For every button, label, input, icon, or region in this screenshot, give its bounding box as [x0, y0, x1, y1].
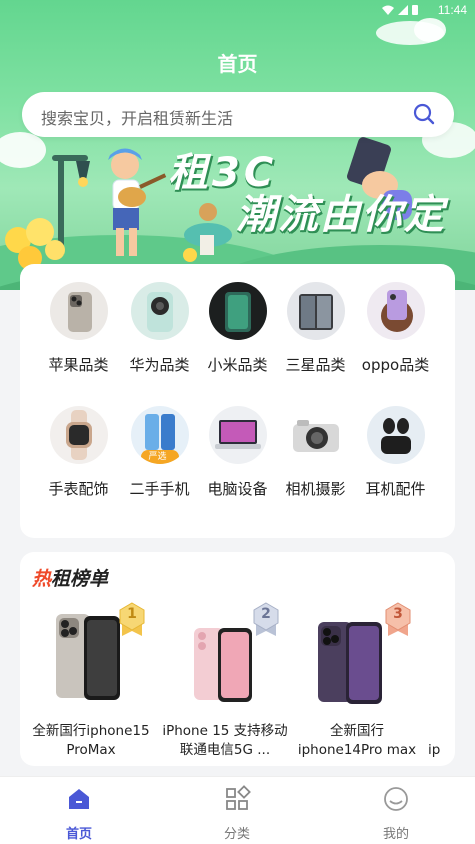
category-earbuds[interactable]: 耳机配件 — [352, 406, 439, 499]
product-name: 全新国行 iphone14Pro max — [297, 723, 417, 758]
product-image — [428, 602, 452, 712]
category-label: 相机摄影 — [285, 480, 346, 498]
product-image: 3 — [292, 602, 422, 712]
page-title: 首页 — [217, 52, 258, 76]
category-computer[interactable]: 电脑设备 — [194, 406, 281, 499]
tab-profile[interactable]: 我的 — [356, 785, 436, 842]
hot-list-title: 热租榜单 — [32, 564, 108, 591]
category-label: 苹果品类 — [48, 356, 109, 374]
home-icon — [69, 789, 89, 809]
samsung-fold-icon — [286, 282, 345, 340]
earbuds-icon — [366, 406, 425, 464]
product-name: 全新国行iphone15 ProMax — [32, 723, 150, 758]
search-placeholder: 搜索宝贝，开启租赁新生活 — [41, 109, 234, 128]
search-icon[interactable] — [412, 102, 436, 126]
category-xiaomi[interactable]: 小米品类 — [194, 282, 281, 375]
hot-product-2[interactable]: 2 iPhone 15 支持移动联通电信5G ... — [160, 602, 290, 760]
category-apple[interactable]: 苹果品类 — [35, 282, 122, 375]
huawei-phone-icon — [130, 282, 189, 340]
rank-number: 3 — [393, 606, 403, 622]
product-image: 2 — [160, 602, 290, 712]
banner-subheadline: 潮流由你定 — [236, 192, 446, 238]
category-label: 华为品类 — [129, 356, 190, 374]
tab-label: 我的 — [382, 827, 409, 842]
tab-label: 分类 — [223, 827, 250, 842]
watch-icon — [49, 406, 108, 464]
tab-home[interactable]: 首页 — [39, 785, 119, 842]
product-name: iPhone 15 支持移动联通电信5G ... — [162, 723, 288, 758]
product-name: ip — [428, 742, 441, 758]
profile-icon — [384, 787, 408, 811]
category-grid: 苹果品类 华为品类 小米品类 三星品类 oppo品类 手表配饰 严选 二手手机 … — [20, 264, 455, 538]
xiaomi-phone-icon — [208, 282, 267, 340]
category-used-phone[interactable]: 严选 二手手机 — [116, 406, 203, 499]
category-huawei[interactable]: 华为品类 — [116, 282, 203, 375]
category-camera[interactable]: 相机摄影 — [272, 406, 359, 499]
hot-product-1[interactable]: 1 全新国行iphone15 ProMax — [26, 602, 156, 760]
category-label: 二手手机 — [129, 480, 190, 498]
category-label: 耳机配件 — [365, 480, 426, 498]
rank-number: 2 — [261, 606, 271, 622]
category-label: 三星品类 — [285, 356, 346, 374]
category-label: 电脑设备 — [207, 480, 268, 498]
tab-category[interactable]: 分类 — [197, 785, 277, 842]
hot-title-text: 租榜单 — [51, 568, 109, 590]
search-bar[interactable]: 搜索宝贝，开启租赁新生活 — [22, 92, 454, 137]
hot-title-highlight: 热 — [32, 568, 52, 590]
category-label: oppo品类 — [361, 356, 430, 374]
category-watch[interactable]: 手表配饰 — [35, 406, 122, 499]
category-oppo[interactable]: oppo品类 — [352, 282, 439, 375]
hot-rental-list: 热租榜单 1 全新国行iphone15 ProMax 2 iPhone 15 支… — [20, 552, 455, 766]
bottom-tab-bar: 首页 分类 我的 — [0, 776, 475, 844]
camera-icon — [286, 406, 345, 464]
used-phone-icon: 严选 — [130, 406, 189, 464]
iphone-icon — [49, 282, 108, 340]
oppo-flip-icon — [366, 282, 425, 340]
rank-number: 1 — [127, 606, 137, 622]
category-grid-icon — [226, 785, 251, 810]
category-samsung[interactable]: 三星品类 — [272, 282, 359, 375]
category-label: 手表配饰 — [48, 480, 109, 498]
product-image: 1 — [26, 602, 156, 712]
category-badge: 严选 — [148, 452, 167, 462]
header-banner: 11:44 首页 搜索宝贝，开启租赁新生活 租3C 潮流由你定 — [0, 0, 475, 290]
hot-product-3[interactable]: 3 全新国行 iphone14Pro max — [292, 602, 422, 760]
category-label: 小米品类 — [207, 356, 268, 374]
laptop-icon — [208, 406, 267, 464]
tab-label: 首页 — [65, 827, 92, 842]
hot-product-4[interactable]: ip — [428, 602, 452, 760]
